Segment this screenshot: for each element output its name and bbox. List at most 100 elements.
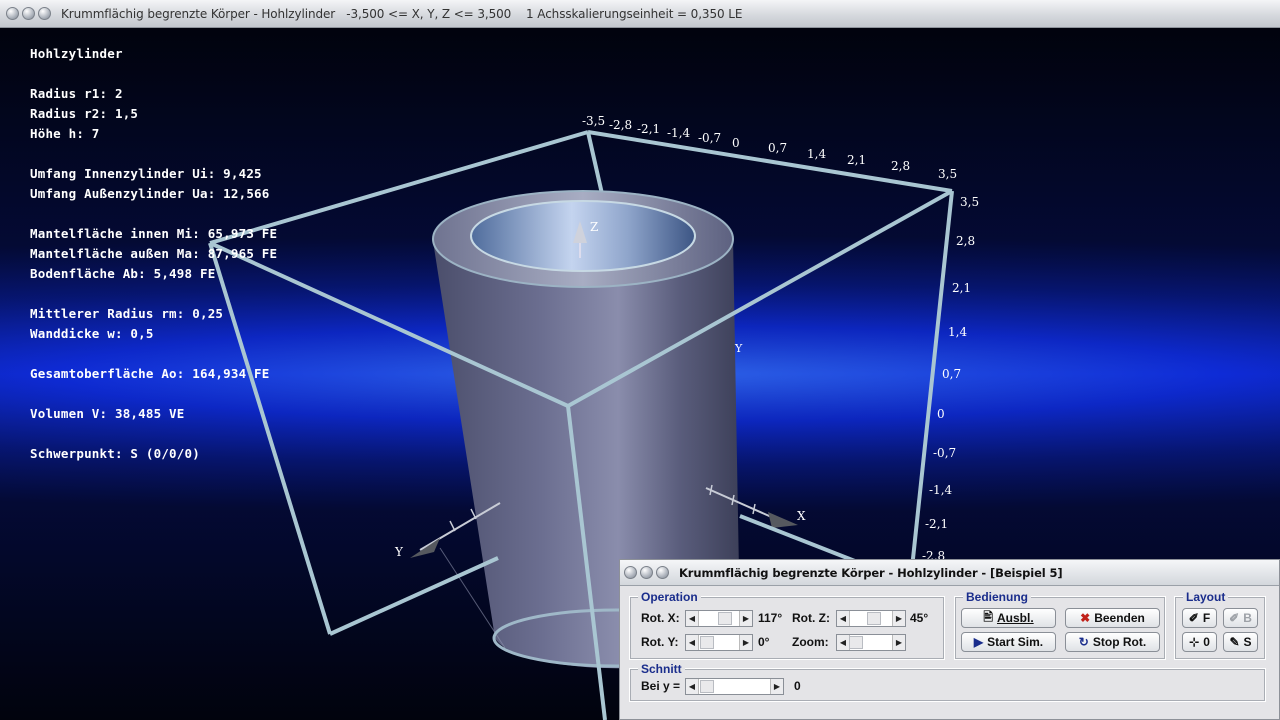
rotate-icon: ↻ — [1078, 635, 1089, 649]
quit-button[interactable]: ✖ Beenden — [1065, 608, 1160, 628]
scroll-left-icon[interactable]: ◀ — [686, 635, 699, 650]
window-controls — [6, 7, 51, 20]
tick-label: 0,7 — [768, 141, 787, 155]
main-title-bar: Krummflächig begrenzte Körper - Hohlzyli… — [0, 0, 1280, 28]
maximize-control-window-button[interactable] — [656, 566, 669, 579]
tick-label: 2,1 — [952, 281, 971, 295]
info-radius-r1: Radius r1: 2 — [30, 86, 123, 101]
info-outer-lateral-area: Mantelfläche außen Ma: 87,965 FE — [30, 246, 278, 261]
section-y-thumb[interactable] — [700, 680, 714, 693]
info-radius-r2: Radius r2: 1,5 — [30, 106, 139, 121]
zoom-thumb[interactable] — [849, 636, 863, 649]
operation-legend: Operation — [638, 590, 701, 604]
hide-button[interactable]: 🖹 Ausbl. — [961, 608, 1056, 628]
tick-label: 2,8 — [891, 159, 910, 173]
info-inner-circumference: Umfang Innenzylinder Ui: 9,425 — [30, 166, 262, 181]
layout-group: Layout ✐ F ✐ B ⊹ 0 ✎ S — [1174, 590, 1266, 660]
tick-label: 1,4 — [807, 147, 826, 161]
tick-label: 2,1 — [847, 153, 866, 167]
crosshair-icon: ⊹ — [1189, 635, 1200, 649]
paint-icon: ✎ — [1229, 635, 1240, 649]
tick-label: 2,8 — [956, 234, 975, 248]
brush-icon: ✐ — [1188, 611, 1199, 625]
section-y-slider[interactable]: ◀ ▶ — [685, 678, 784, 695]
rot-x-label: Rot. X: — [641, 611, 680, 625]
info-outer-circumference: Umfang Außenzylinder Ua: 12,566 — [30, 186, 270, 201]
info-panel: Hohlzylinder Radius r1: 2 Radius r2: 1,5… — [30, 44, 277, 464]
schnitt-legend: Schnitt — [638, 662, 685, 676]
info-height: Höhe h: 7 — [30, 126, 100, 141]
top-axis-ticks: -3,5 -2,8 -2,1 -1,4 -0,7 0 0,7 1,4 2,1 2… — [582, 114, 957, 181]
control-window-controls — [624, 566, 669, 579]
info-base-area: Bodenfläche Ab: 5,498 FE — [30, 266, 216, 281]
scroll-right-icon[interactable]: ▶ — [892, 635, 905, 650]
scroll-right-icon[interactable]: ▶ — [739, 635, 752, 650]
rot-z-value: 45° — [910, 611, 929, 625]
zoom-label: Zoom: — [792, 635, 829, 649]
stop-rotation-button[interactable]: ↻ Stop Rot. — [1065, 632, 1160, 652]
tick-label: 3,5 — [938, 167, 957, 181]
schnitt-group: Schnitt Bei y = ◀ ▶ 0 — [629, 662, 1266, 702]
start-simulation-button[interactable]: ▶ Start Sim. — [961, 632, 1056, 652]
scroll-left-icon[interactable]: ◀ — [686, 679, 699, 694]
tick-label: -3,5 — [582, 114, 605, 128]
rot-z-thumb[interactable] — [867, 612, 881, 625]
tick-label: -2,1 — [925, 517, 948, 531]
rot-y-label: Rot. Y: — [641, 635, 679, 649]
layout-s-button[interactable]: ✎ S — [1223, 632, 1258, 652]
scroll-right-icon[interactable]: ▶ — [770, 679, 783, 694]
tick-label: -2,1 — [637, 122, 660, 136]
info-wall-thickness: Wanddicke w: 0,5 — [30, 326, 154, 341]
layout-0-button[interactable]: ⊹ 0 — [1182, 632, 1217, 652]
maximize-window-button[interactable] — [38, 7, 51, 20]
scroll-left-icon[interactable]: ◀ — [686, 611, 699, 626]
rot-y-thumb[interactable] — [700, 636, 714, 649]
minimize-control-window-button[interactable] — [640, 566, 653, 579]
close-window-button[interactable] — [6, 7, 19, 20]
info-volume: Volumen V: 38,485 VE — [30, 406, 185, 421]
info-inner-lateral-area: Mantelfläche innen Mi: 65,973 FE — [30, 226, 278, 241]
info-title: Hohlzylinder — [30, 46, 123, 61]
tick-label: 1,4 — [948, 325, 967, 339]
info-total-surface: Gesamtoberfläche Ao: 164,934 FE — [30, 366, 270, 381]
rot-z-label: Rot. Z: — [792, 611, 830, 625]
layout-legend: Layout — [1183, 590, 1229, 604]
scroll-left-icon[interactable]: ◀ — [837, 611, 850, 626]
hide-icon: 🖹 — [983, 609, 993, 624]
section-y-label: Bei y = — [641, 679, 681, 693]
rot-x-thumb[interactable] — [718, 612, 732, 625]
layout-b-button[interactable]: ✐ B — [1223, 608, 1258, 628]
layout-f-button[interactable]: ✐ F — [1182, 608, 1217, 628]
rot-z-slider[interactable]: ◀ ▶ — [836, 610, 906, 627]
tick-label: 0,7 — [942, 367, 961, 381]
y-axis-label: Y — [394, 545, 404, 559]
zoom-slider[interactable]: ◀ ▶ — [836, 634, 906, 651]
z-axis-label: Z — [590, 220, 598, 234]
rot-x-value: 117° — [758, 611, 783, 625]
tick-label: -0,7 — [698, 131, 721, 145]
control-window-title-bar: Krummflächig begrenzte Körper - Hohlzyli… — [620, 560, 1279, 586]
control-window-title: Krummflächig begrenzte Körper - Hohlzyli… — [679, 565, 1063, 580]
scroll-right-icon[interactable]: ▶ — [892, 611, 905, 626]
tick-label: -1,4 — [929, 483, 953, 497]
brush-disabled-icon: ✐ — [1229, 611, 1240, 625]
close-control-window-button[interactable] — [624, 566, 637, 579]
tick-label: 3,5 — [960, 195, 979, 209]
rot-x-slider[interactable]: ◀ ▶ — [685, 610, 753, 627]
section-y-value: 0 — [794, 679, 801, 693]
tick-label: -0,7 — [933, 446, 956, 460]
bedienung-legend: Bedienung — [963, 590, 1031, 604]
operation-group: Operation Rot. X: ◀ ▶ 117° Rot. Z: ◀ ▶ 4… — [629, 590, 945, 660]
control-window: Krummflächig begrenzte Körper - Hohlzyli… — [619, 559, 1280, 720]
bedienung-group: Bedienung 🖹 Ausbl. ✖ Beenden ▶ Start Sim… — [954, 590, 1166, 660]
minimize-window-button[interactable] — [22, 7, 35, 20]
tick-label: 0 — [732, 136, 740, 150]
x-axis-label: X — [797, 509, 806, 523]
close-x-icon: ✖ — [1080, 611, 1091, 625]
info-centroid: Schwerpunkt: S (0/0/0) — [30, 446, 200, 461]
rot-y-slider[interactable]: ◀ ▶ — [685, 634, 753, 651]
rot-y-value: 0° — [758, 635, 770, 649]
tick-label: -1,4 — [667, 126, 691, 140]
play-icon: ▶ — [973, 635, 984, 649]
scroll-right-icon[interactable]: ▶ — [739, 611, 752, 626]
